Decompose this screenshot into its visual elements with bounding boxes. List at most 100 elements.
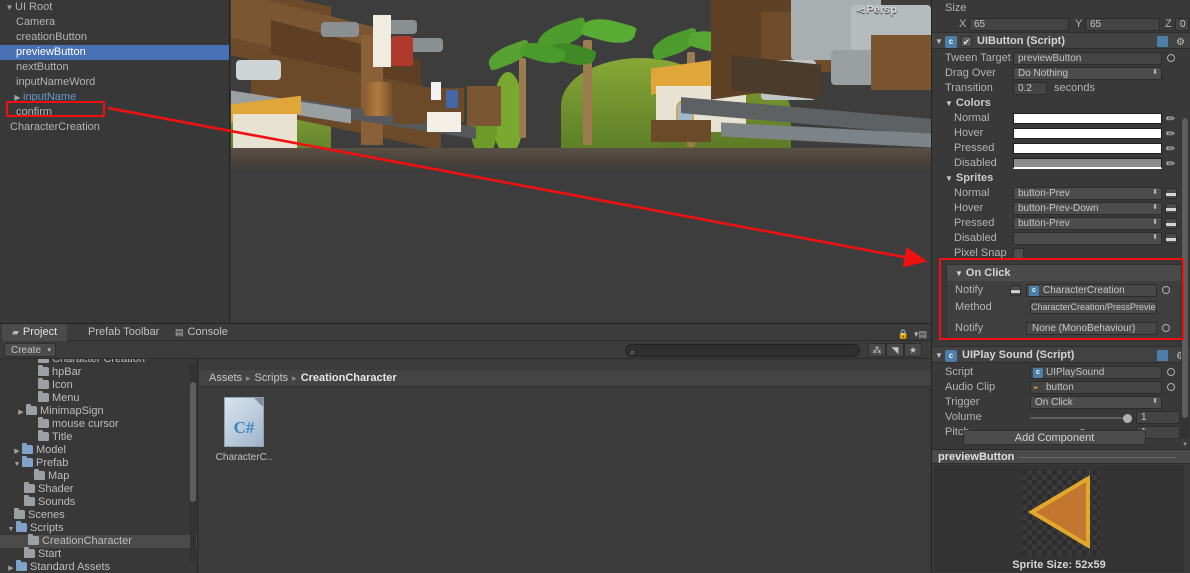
drag-over-dropdown[interactable]: Do Nothing <box>1013 67 1162 80</box>
folder-item-start[interactable]: Start <box>0 547 197 561</box>
filter-icon[interactable]: ⁂ <box>868 343 886 357</box>
sprite-disabled-dropdown[interactable] <box>1013 232 1162 245</box>
folder-item-icon[interactable]: Icon <box>0 378 197 392</box>
volume-input[interactable]: 1 <box>1136 411 1180 424</box>
object-picker-icon[interactable] <box>1167 54 1175 62</box>
sprite-normal-dropdown[interactable]: button-Prev <box>1013 187 1162 200</box>
remove-notify-button[interactable]: ▬ <box>1010 285 1021 296</box>
twirl-icon[interactable]: ▼ <box>945 174 953 183</box>
group-header-colors[interactable]: ▼ Colors <box>932 96 1190 111</box>
breadcrumb-assets[interactable]: Assets <box>209 372 242 384</box>
scene-view[interactable]: ◅ Persp <box>231 0 931 323</box>
twirl-icon[interactable]: ▶ <box>6 562 16 573</box>
scrollbar-thumb[interactable] <box>1182 118 1188 418</box>
scroll-down-arrow-icon[interactable]: ▼ <box>1181 440 1189 449</box>
tab-console[interactable]: ▤ Console <box>165 324 238 341</box>
folder-item-scenes[interactable]: Scenes <box>0 508 197 522</box>
twirl-icon[interactable]: ▼ <box>935 347 943 364</box>
folder-item-model[interactable]: ▶ Model <box>0 443 197 457</box>
onclick-header[interactable]: ▼ On Click <box>947 265 1181 281</box>
folder-item-standard-assets[interactable]: ▶ Standard Assets <box>0 560 197 573</box>
component-enabled-checkbox[interactable]: ✔ <box>961 36 972 47</box>
folder-item-mouse-cursor[interactable]: mouse cursor <box>0 417 197 431</box>
twirl-icon[interactable]: ▼ <box>6 523 16 536</box>
notify-target-field-2[interactable]: None (MonoBehaviour) <box>1026 322 1157 335</box>
size-z-input[interactable]: 0 <box>1175 18 1189 31</box>
hierarchy-item-charactercreation[interactable]: CharacterCreation <box>0 120 229 135</box>
favorite-star-icon[interactable]: ★ <box>904 343 922 357</box>
twirl-icon[interactable]: ▼ <box>4 0 15 15</box>
asset-item-charactercreation[interactable]: C# CharacterC.. <box>209 397 279 463</box>
size-y-input[interactable]: 65 <box>1085 18 1160 31</box>
object-picker-icon[interactable] <box>1167 368 1175 376</box>
folder-item-minimapsign[interactable]: ▶ MinimapSign <box>0 404 197 419</box>
color-row-normal: Normal ✎ <box>932 111 1190 127</box>
color-swatch-pressed[interactable] <box>1013 143 1162 154</box>
remove-sprite-button[interactable]: ▬ <box>1165 218 1177 229</box>
hierarchy-item-nextbutton[interactable]: nextButton <box>0 60 229 75</box>
pixel-snap-checkbox[interactable] <box>1013 248 1024 259</box>
add-component-button[interactable]: Add Component <box>963 430 1146 445</box>
folder-item-title[interactable]: Title <box>0 430 197 444</box>
object-picker-icon[interactable] <box>1162 324 1170 332</box>
inspector-scrollbar[interactable]: ▼ <box>1181 118 1189 448</box>
color-swatch-normal[interactable] <box>1013 113 1162 124</box>
script-input[interactable]: c UIPlaySound <box>1030 366 1162 379</box>
remove-sprite-button[interactable]: ▬ <box>1165 233 1177 244</box>
notify-target-field-1[interactable]: c CharacterCreation <box>1026 284 1157 297</box>
object-picker-icon[interactable] <box>1167 383 1175 391</box>
inspector-panel: Size X 65 Y 65 Z 0 ▼ c ✔ UIButton (Scrip… <box>931 0 1190 449</box>
folder-item-hpbar[interactable]: hpBar <box>0 365 197 379</box>
twirl-icon[interactable]: ▼ <box>945 99 953 108</box>
breadcrumb-scripts[interactable]: Scripts <box>255 372 289 384</box>
transition-input[interactable]: 0.2 <box>1013 82 1047 95</box>
twirl-icon[interactable]: ▶ <box>12 90 23 105</box>
hierarchy-item-ui-root[interactable]: ▼ UI Root <box>0 0 229 15</box>
help-book-icon[interactable] <box>1157 350 1168 361</box>
twirl-icon[interactable]: ▼ <box>955 269 963 278</box>
method-dropdown-1[interactable]: CharacterCreation/PressPrevies <box>1030 301 1157 314</box>
hierarchy-item-confirm[interactable]: confirm <box>0 105 229 120</box>
twirl-icon[interactable]: ▼ <box>935 33 943 50</box>
component-header-uibutton[interactable]: ▼ c ✔ UIButton (Script) ⚙ <box>932 32 1190 49</box>
tab-prefab-toolbar[interactable]: Prefab Toolbar <box>78 324 169 341</box>
folder-item-sounds[interactable]: Sounds <box>0 495 197 509</box>
volume-slider-handle[interactable] <box>1123 414 1132 423</box>
color-swatch-hover[interactable] <box>1013 128 1162 139</box>
audio-clip-input[interactable]: ◓ button <box>1030 381 1162 394</box>
remove-sprite-button[interactable]: ▬ <box>1165 203 1177 214</box>
trigger-dropdown[interactable]: On Click <box>1030 396 1162 409</box>
hierarchy-item-creationbutton[interactable]: creationButton <box>0 30 229 45</box>
gear-icon[interactable]: ⚙ <box>1176 34 1185 51</box>
folder-item-shader[interactable]: Shader <box>0 482 197 496</box>
sprite-hover-dropdown[interactable]: button-Prev-Down <box>1013 202 1162 215</box>
volume-slider-track[interactable] <box>1030 417 1130 419</box>
panel-menu-icon[interactable]: ▾▤ <box>914 329 927 340</box>
scrollbar-thumb[interactable] <box>190 382 196 502</box>
twirl-icon[interactable]: ▼ <box>12 458 22 471</box>
folder-item-creationcharacter[interactable]: CreationCharacter <box>0 534 197 548</box>
help-book-icon[interactable] <box>1157 36 1168 47</box>
color-swatch-disabled[interactable] <box>1013 158 1162 169</box>
twirl-icon[interactable]: ▶ <box>16 406 26 419</box>
hierarchy-item-previewbutton[interactable]: previewButton <box>0 45 229 60</box>
folder-item-map[interactable]: Map <box>0 469 197 483</box>
tab-project[interactable]: ▰ Project <box>2 324 68 341</box>
size-x-input[interactable]: 65 <box>969 18 1069 31</box>
hierarchy-item-inputnameword[interactable]: inputNameWord <box>0 75 229 90</box>
component-header-uiplaysound[interactable]: ▼ c UIPlay Sound (Script) ⚙ <box>932 346 1190 363</box>
group-header-sprites[interactable]: ▼ Sprites <box>932 171 1190 186</box>
hierarchy-item-inputname[interactable]: ▶ inputName <box>0 90 229 105</box>
lock-icon[interactable]: 🔒 <box>898 329 909 340</box>
object-picker-icon[interactable] <box>1162 286 1170 294</box>
sprite-pressed-dropdown[interactable]: button-Prev <box>1013 217 1162 230</box>
tween-target-input[interactable]: previewButton <box>1013 52 1162 65</box>
project-tree-scrollbar[interactable] <box>190 362 196 562</box>
hierarchy-item-camera[interactable]: Camera <box>0 15 229 30</box>
search-input[interactable]: ⌕ <box>625 344 860 357</box>
create-button[interactable]: Create <box>4 343 57 358</box>
folder-item-prefab[interactable]: ▼ Prefab <box>0 456 197 471</box>
remove-sprite-button[interactable]: ▬ <box>1165 188 1177 199</box>
label-icon[interactable]: ◥ <box>886 343 904 357</box>
folder-item-character-creation[interactable]: Character Creation <box>0 359 197 366</box>
